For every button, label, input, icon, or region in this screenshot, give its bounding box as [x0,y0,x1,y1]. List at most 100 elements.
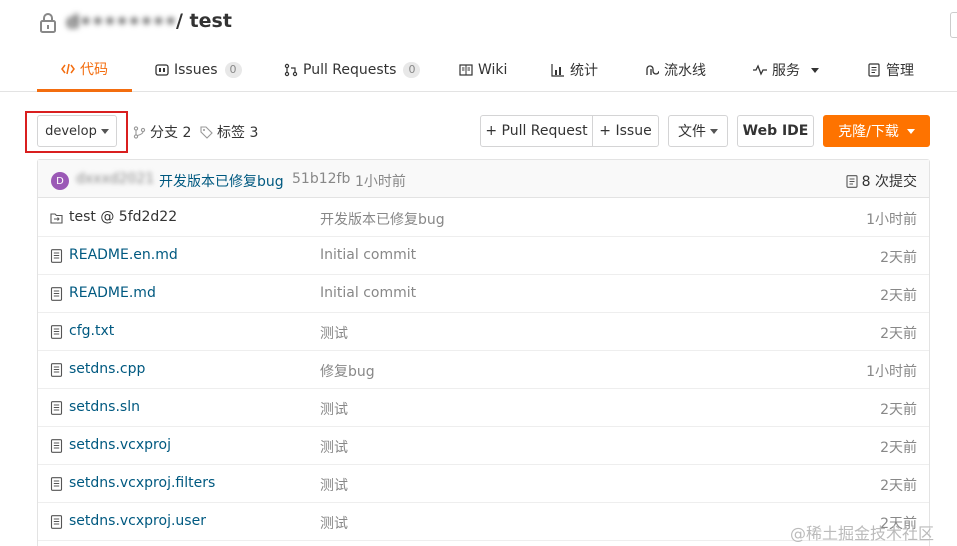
commit-author[interactable]: dxxxd2021 [76,171,154,187]
file-icon [50,439,63,453]
tab-issues[interactable]: Issues 0 [155,48,242,92]
file-icon [50,401,63,415]
file-name-link[interactable]: setdns.vcxproj.user [69,513,206,529]
tab-stats[interactable]: 统计 [551,48,598,92]
create-button-group: + Pull Request + Issue [480,115,659,147]
file-name-link[interactable]: setdns.cpp [69,361,145,377]
avatar[interactable]: D [51,172,69,190]
clone-download-label: 克隆/下载 [838,124,899,140]
web-ide-button[interactable]: Web IDE [737,115,814,147]
clone-download-button[interactable]: 克隆/下载 [823,115,930,147]
tab-manage-label: 管理 [886,63,914,79]
branches-label: 分支 2 [150,125,192,141]
file-commit-message[interactable]: 测试 [320,437,348,457]
branch-selector[interactable]: develop [37,115,117,147]
chevron-down-icon [906,128,915,134]
branch-icon [133,125,146,139]
commit-sha[interactable]: 51b12fb [292,171,350,187]
tab-pull-requests[interactable]: Pull Requests 0 [284,48,421,92]
table-row[interactable]: cfg.txt 测试 2天前 [38,313,929,351]
file-commit-message[interactable]: 测试 [320,513,348,533]
tag-icon [200,125,213,139]
pull-requests-count-badge: 0 [403,62,421,78]
commit-message-link[interactable]: 开发版本已修复bug [159,171,284,191]
table-row[interactable]: README.en.md Initial commit 2天前 [38,237,929,275]
new-pull-request-button[interactable]: + Pull Request [481,116,592,146]
issues-icon [155,64,169,76]
folder-icon [50,213,63,224]
file-dropdown-label: 文件 [678,124,706,140]
file-commit-time: 1小时前 [866,364,917,380]
manage-icon [868,63,880,77]
lock-icon [40,13,56,33]
file-commit-message[interactable]: 测试 [320,323,348,343]
file-name-link[interactable]: README.md [69,285,156,301]
file-name-link[interactable]: setdns.vcxproj.filters [69,475,215,491]
file-commit-time: 2天前 [880,440,917,456]
wiki-icon [459,64,473,76]
file-name-link[interactable]: setdns.vcxproj [69,437,171,453]
tab-services-label: 服务 [772,63,800,79]
file-icon [50,287,63,301]
file-commit-message[interactable]: 测试 [320,399,348,419]
pipeline-icon [646,65,659,75]
branch-selector-label: develop [45,123,97,139]
tags-link[interactable]: 标签 3 [200,122,258,142]
file-name-link[interactable]: setdns.sln [69,399,140,415]
latest-commit-bar: D dxxxd2021 开发版本已修复bug 51b12fb 1小时前 8 次提… [38,160,929,198]
repo-header: d•••••••• / test [0,0,957,48]
file-commit-time: 2天前 [880,326,917,342]
file-icon [50,325,63,339]
watermark: @稀土掘金技术社区 [790,524,935,543]
repo-toolbar: develop 分支 2 标签 3 + Pull Request + Issue… [0,108,957,154]
file-commit-message[interactable]: 开发版本已修复bug [320,209,445,229]
file-commit-time: 2天前 [880,402,917,418]
file-commit-message[interactable]: 修复bug [320,361,375,381]
code-icon [61,63,75,74]
file-name-link[interactable]: test @ 5fd2d22 [69,209,177,225]
commit-time: 1小时前 [355,174,406,190]
file-commit-time: 1小时前 [866,212,917,228]
tab-services[interactable]: 服务 [753,48,819,92]
tab-pipeline[interactable]: 流水线 [645,48,706,92]
table-row[interactable]: setdns.cpp 修复bug 1小时前 [38,351,929,389]
repo-tabs: 代码 Issues 0 Pull Requests 0 Wiki 统计 流水线 … [0,48,957,92]
commit-count-label: 8 次提交 [861,174,917,190]
pulse-icon [753,64,767,76]
file-icon [50,363,63,377]
tab-code[interactable]: 代码 [37,48,132,92]
file-commit-message[interactable]: 测试 [320,475,348,495]
tab-manage[interactable]: 管理 [867,48,914,92]
header-action-button[interactable] [950,12,957,38]
chevron-down-icon [100,128,109,134]
file-commit-message[interactable]: Initial commit [320,285,416,301]
table-row[interactable]: setdns.vcxproj.filters 测试 2天前 [38,465,929,503]
chevron-down-icon [811,67,819,73]
table-row[interactable]: test @ 5fd2d22 开发版本已修复bug 1小时前 [38,199,929,237]
table-row[interactable]: setdns.vcxproj 测试 2天前 [38,427,929,465]
file-icon [50,249,63,263]
repo-name[interactable]: / test [176,10,232,32]
tab-stats-label: 统计 [570,63,598,79]
tab-wiki[interactable]: Wiki [459,48,507,92]
tags-label: 标签 3 [217,125,259,141]
repo-owner-link[interactable]: d•••••••• [66,11,184,33]
table-row[interactable]: setdns.sln 测试 2天前 [38,389,929,427]
file-name-link[interactable]: README.en.md [69,247,178,263]
tab-code-label: 代码 [80,61,108,78]
tab-issues-label: Issues [174,62,218,78]
file-icon [50,515,63,529]
file-commit-time: 2天前 [880,478,917,494]
tab-pull-requests-label: Pull Requests [303,62,397,78]
tab-pipeline-label: 流水线 [664,63,706,79]
chart-icon [551,64,564,77]
issues-count-badge: 0 [224,62,242,78]
branches-link[interactable]: 分支 2 [133,122,191,142]
file-name-link[interactable]: cfg.txt [69,323,114,339]
table-row[interactable]: README.md Initial commit 2天前 [38,275,929,313]
new-issue-button[interactable]: + Issue [592,116,658,146]
file-commit-message[interactable]: Initial commit [320,247,416,263]
file-icon [50,477,63,491]
commit-count-link[interactable]: 8 次提交 [846,171,917,191]
file-dropdown-button[interactable]: 文件 [668,115,728,147]
